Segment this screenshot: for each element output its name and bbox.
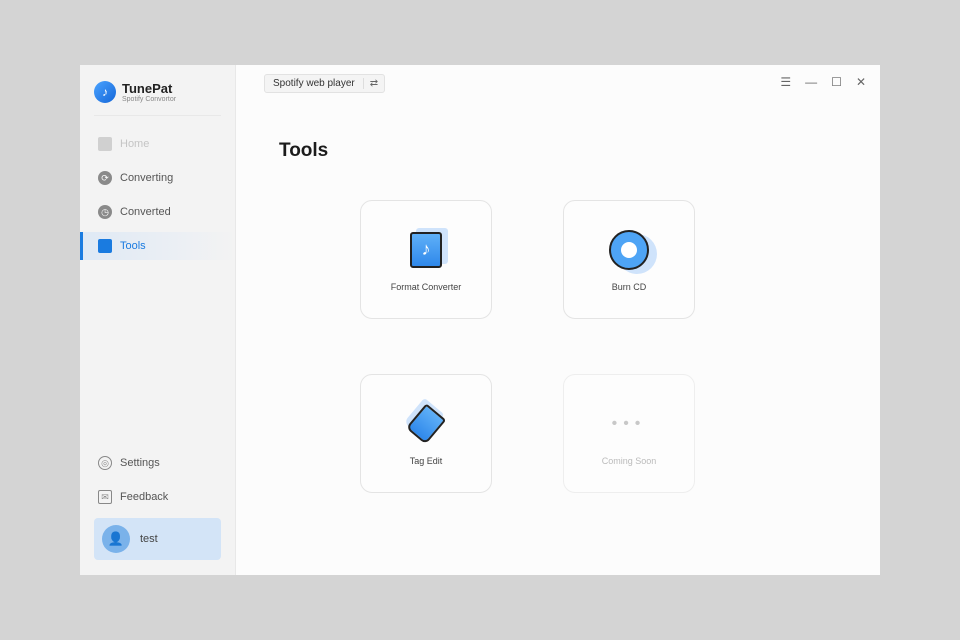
music-note-logo-icon: ♪ xyxy=(94,81,116,103)
close-icon[interactable]: ✕ xyxy=(856,75,866,89)
app-window: ♪ TunePat Spotify Convortor Home ⟳ Converti… xyxy=(80,65,880,575)
ellipsis-icon: ••• xyxy=(611,414,647,432)
tool-label: Tag Edit xyxy=(409,455,443,466)
switch-icon[interactable]: ⇄ xyxy=(362,78,384,89)
tool-burn-cd[interactable]: Burn CD xyxy=(563,200,695,319)
minimize-icon[interactable]: — xyxy=(805,75,817,89)
clock-icon: ◷ xyxy=(98,205,112,219)
sidebar: ♪ TunePat Spotify Convortor Home ⟳ Converti… xyxy=(80,65,236,575)
tool-coming-soon: ••• Coming Soon xyxy=(563,374,695,493)
divider xyxy=(94,115,221,116)
tool-label: Format Converter xyxy=(390,281,462,292)
tool-label: Coming Soon xyxy=(601,455,657,466)
sidebar-item-label: Feedback xyxy=(120,491,169,503)
app-name: TunePat xyxy=(122,81,173,96)
mail-icon: ✉ xyxy=(98,490,112,504)
sidebar-item-settings[interactable]: ◎ Settings xyxy=(80,449,235,477)
sidebar-item-label: Tools xyxy=(120,240,146,252)
sidebar-item-label: Home xyxy=(120,138,150,150)
source-selector[interactable]: Spotify web player ⇄ xyxy=(264,74,386,93)
user-name: test xyxy=(140,533,158,545)
sidebar-item-converting[interactable]: ⟳ Converting xyxy=(80,164,235,192)
sidebar-item-tools[interactable]: Tools xyxy=(80,232,235,260)
sidebar-item-label: Converting xyxy=(120,172,174,184)
menu-icon[interactable]: ☰ xyxy=(780,75,791,89)
app-logo: ♪ TunePat Spotify Convortor xyxy=(94,81,176,103)
tool-format-converter[interactable]: ♪ Format Converter xyxy=(360,200,492,319)
tool-label: Burn CD xyxy=(611,281,647,292)
sidebar-item-label: Converted xyxy=(120,206,171,218)
app-subtitle: Spotify Convortor xyxy=(122,96,177,103)
sidebar-item-home[interactable]: Home xyxy=(80,130,235,158)
sidebar-item-feedback[interactable]: ✉ Feedback xyxy=(80,483,235,511)
avatar-icon: 👤 xyxy=(102,525,130,553)
tool-tag-edit[interactable]: Tag Edit xyxy=(360,374,492,493)
gear-icon: ◎ xyxy=(98,456,112,470)
sidebar-item-converted[interactable]: ◷ Converted xyxy=(80,198,235,226)
source-label: Spotify web player xyxy=(273,78,355,89)
page-title: Tools xyxy=(279,140,329,161)
tag-icon xyxy=(404,402,448,446)
sync-icon: ⟳ xyxy=(98,171,112,185)
home-icon xyxy=(98,137,112,151)
format-converter-icon: ♪ xyxy=(404,228,448,272)
toolbox-icon xyxy=(98,239,112,253)
window-controls: ☰ — ☐ ✕ xyxy=(780,75,866,89)
user-account[interactable]: 👤 test xyxy=(94,518,221,560)
sidebar-item-label: Settings xyxy=(120,457,160,469)
maximize-icon[interactable]: ☐ xyxy=(831,75,842,89)
cd-icon xyxy=(607,228,651,272)
main-area: Spotify web player ⇄ ☰ — ☐ ✕ Tools ♪ Format C… xyxy=(236,65,880,575)
